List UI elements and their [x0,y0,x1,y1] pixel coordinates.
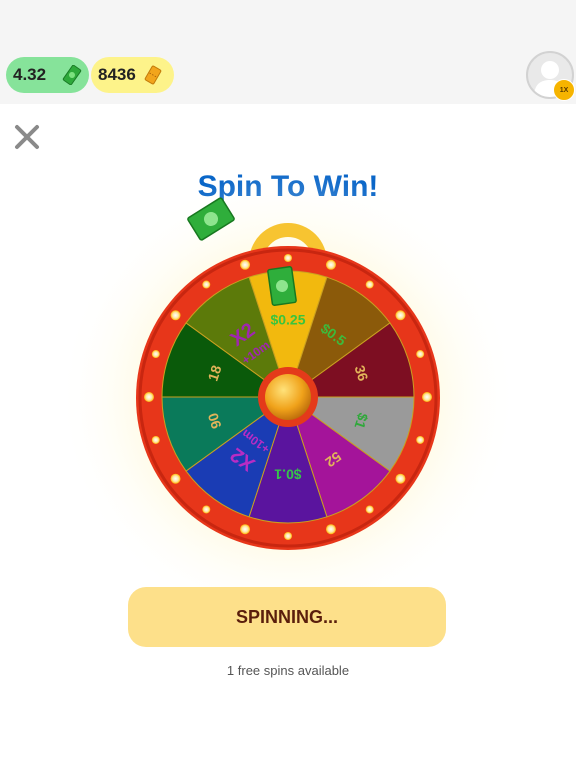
rim-bulb [395,473,406,484]
rim-bulb [325,259,336,270]
wheel-segment-label: $0.25 [270,312,305,328]
rim-bulb [416,350,425,359]
rim-bulb [202,505,211,514]
flying-cash-icon [267,266,297,306]
rim-bulb [325,524,336,535]
prize-wheel[interactable]: $0.25$0.536$152$0.1X2+10m9018X2+10m [0,0,576,768]
rim-bulb [144,392,154,402]
rim-bulb [284,532,292,540]
rim-bulb [151,435,160,444]
free-spins-text: 1 free spins available [226,663,350,678]
rim-bulb [422,392,432,402]
rim-bulb [365,280,374,289]
rim-bulb [202,280,211,289]
rim-bulb [170,310,181,321]
rim-bulb [151,350,160,359]
rim-bulb [395,310,406,321]
wheel-hub [265,374,311,420]
rim-bulb [416,435,425,444]
rim-bulb [240,259,251,270]
spin-button[interactable]: SPINNING... [128,587,446,647]
rim-bulb [170,473,181,484]
wheel-segment-label: $0.1 [274,466,301,482]
rim-bulb [240,524,251,535]
rim-bulb [365,505,374,514]
rim-bulb [284,254,292,262]
